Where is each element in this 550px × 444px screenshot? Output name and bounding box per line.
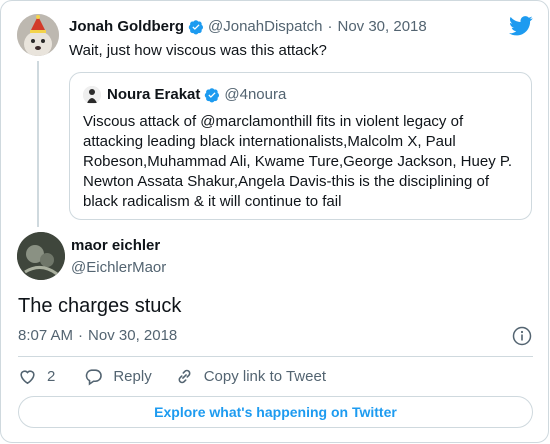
quoted-tweet[interactable]: Noura Erakat @4noura Viscous attack of @… — [69, 72, 532, 220]
avatar-noura-erakat[interactable] — [83, 86, 101, 104]
avatar-jonah-goldberg[interactable] — [17, 14, 59, 56]
verified-badge-icon — [205, 88, 220, 103]
twitter-bird-icon[interactable] — [509, 16, 533, 36]
reply-author-name[interactable]: maor eichler — [71, 237, 160, 255]
separator-dot: · — [327, 18, 333, 35]
info-icon[interactable] — [512, 326, 532, 346]
reply-time: 8:07 AM — [18, 327, 74, 344]
copy-link-button[interactable]: Copy link to Tweet — [175, 367, 326, 386]
reply-date: Nov 30, 2018 — [88, 327, 178, 344]
like-count: 2 — [47, 367, 56, 385]
heart-icon — [20, 369, 35, 384]
reply-label: Reply — [113, 367, 152, 385]
quoted-header: Noura Erakat @4noura — [107, 86, 286, 104]
verified-badge-icon — [188, 20, 204, 35]
separator-dot: · — [78, 327, 84, 344]
divider — [18, 356, 533, 357]
link-icon — [178, 369, 191, 383]
copy-link-label: Copy link to Tweet — [203, 367, 326, 385]
action-bar: 2 Reply Copy link to Tweet — [18, 366, 326, 386]
reply-bubble-icon — [86, 368, 103, 386]
author-name[interactable]: Jonah Goldberg — [69, 18, 184, 36]
tweet-header: Jonah Goldberg @JonahDispatch · Nov 30, … — [69, 18, 427, 36]
reply-author-handle[interactable]: @EichlerMaor — [71, 259, 166, 277]
reply-button[interactable]: Reply — [84, 367, 152, 386]
quoted-text: Viscous attack of @marclamonthill fits i… — [83, 113, 513, 210]
tweet-date[interactable]: Nov 30, 2018 — [337, 18, 426, 36]
explore-button[interactable]: Explore what's happening on Twitter — [18, 396, 533, 428]
quoted-author-name[interactable]: Noura Erakat — [107, 86, 200, 104]
reply-timestamp[interactable]: 8:07 AM · Nov 30, 2018 — [18, 327, 177, 345]
tweet-text: Wait, just how viscous was this attack? — [69, 42, 327, 59]
author-handle[interactable]: @JonahDispatch — [208, 18, 322, 36]
quoted-author-handle[interactable]: @4noura — [224, 86, 286, 104]
reply-text: The charges stuck — [18, 295, 182, 317]
avatar-maor-eichler[interactable] — [17, 232, 65, 280]
tweet-card: Jonah Goldberg @JonahDispatch · Nov 30, … — [0, 0, 549, 443]
like-button[interactable]: 2 — [18, 367, 55, 386]
thread-connector-line — [37, 61, 39, 227]
